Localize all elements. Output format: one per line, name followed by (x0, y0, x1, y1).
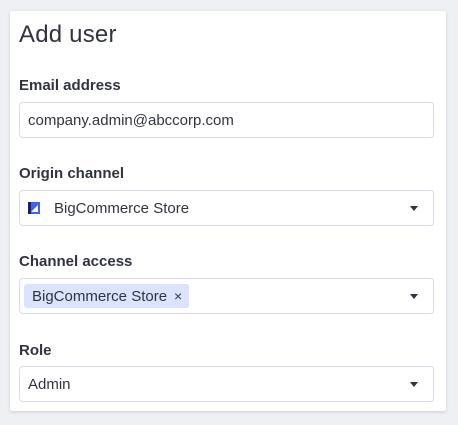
email-field[interactable]: company.admin@abccorp.com (19, 102, 434, 138)
email-value: company.admin@abccorp.com (28, 111, 234, 129)
channel-access-label: Channel access (19, 253, 133, 270)
role-value: Admin (28, 375, 71, 393)
chevron-down-icon[interactable] (410, 206, 418, 211)
origin-channel-label: Origin channel (19, 165, 125, 182)
email-label: Email address (19, 77, 121, 94)
channel-access-multiselect[interactable]: BigCommerce Store × (19, 278, 434, 314)
channel-chip: BigCommerce Store × (24, 284, 190, 308)
role-label: Role (19, 342, 52, 359)
add-user-panel: Add user Email address company.admin@abc… (10, 11, 446, 411)
channel-chip-label: BigCommerce Store (32, 287, 168, 305)
origin-channel-value: BigCommerce Store (54, 199, 190, 217)
bigcommerce-store-icon (28, 202, 40, 214)
chevron-down-icon[interactable] (410, 294, 418, 299)
role-select[interactable]: Admin (19, 366, 434, 402)
origin-channel-select[interactable]: BigCommerce Store (19, 190, 434, 226)
page-title: Add user (19, 21, 117, 48)
chevron-down-icon[interactable] (410, 382, 418, 387)
close-icon[interactable]: × (174, 288, 182, 304)
